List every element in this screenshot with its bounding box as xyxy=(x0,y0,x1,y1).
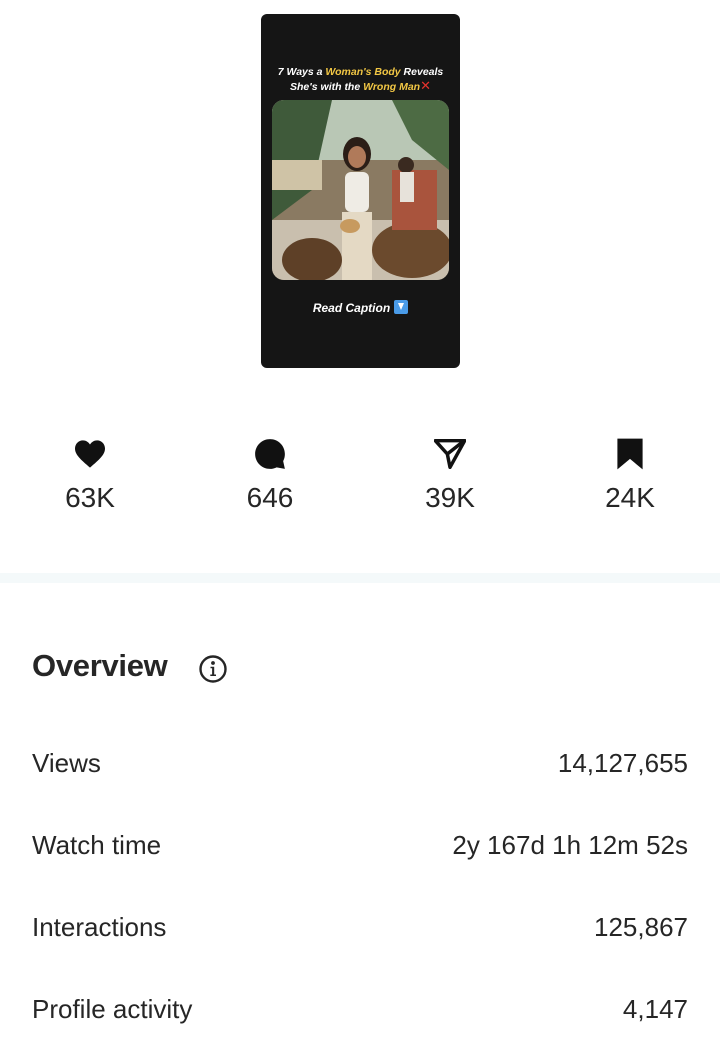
row-label: Views xyxy=(32,747,101,778)
row-value: 14,127,655 xyxy=(557,747,688,778)
row-value: 125,867 xyxy=(594,911,688,942)
row-label: Interactions xyxy=(32,911,167,942)
overview-row-interactions[interactable]: Interactions 125,867 xyxy=(32,907,688,947)
cross-mark-icon: ✕ xyxy=(420,78,431,93)
comments-count: 646 xyxy=(246,482,294,513)
cta-text: Read Caption xyxy=(312,301,391,315)
overview-row-watch-time: Watch time 2y 167d 1h 12m 52s xyxy=(32,825,688,865)
stat-likes: 63K xyxy=(30,434,150,514)
thumbnail-caption: 7 Ways a Woman's Body Reveals She's with… xyxy=(261,66,460,94)
caption-text: She's with the xyxy=(290,81,364,93)
reel-thumbnail[interactable]: 7 Ways a Woman's Body Reveals She's with… xyxy=(261,14,460,368)
row-label: Profile activity xyxy=(32,993,193,1024)
overview-row-views: Views 14,127,655 xyxy=(32,743,688,783)
row-value: 2y 167d 1h 12m 52s xyxy=(452,829,688,860)
saves-count: 24K xyxy=(605,482,655,513)
shares-count: 39K xyxy=(425,482,475,513)
bookmark-icon xyxy=(570,434,690,474)
caption-highlight: Woman's Body xyxy=(325,66,401,78)
overview-heading: Overview xyxy=(32,648,168,683)
row-value: 4,147 xyxy=(622,993,688,1024)
overview-row-profile-activity[interactable]: Profile activity 4,147 xyxy=(32,989,688,1029)
heart-icon xyxy=(30,434,150,474)
down-arrow-icon xyxy=(394,300,409,314)
thumbnail-photo xyxy=(272,100,449,280)
stat-saves: 24K xyxy=(570,434,690,514)
stat-shares: 39K xyxy=(390,434,510,514)
read-caption-label: Read Caption xyxy=(261,300,460,315)
caption-highlight: Wrong Man xyxy=(363,81,421,93)
engagement-stats: 63K 646 39K 24K xyxy=(0,434,720,524)
share-icon xyxy=(390,434,510,474)
info-icon[interactable] xyxy=(198,654,228,689)
comment-icon xyxy=(210,434,330,474)
row-label: Watch time xyxy=(32,829,162,860)
caption-text: 7 Ways a xyxy=(277,66,326,78)
section-divider xyxy=(0,573,720,583)
caption-text: Reveals xyxy=(400,66,444,78)
likes-count: 63K xyxy=(65,482,115,513)
stat-comments: 646 xyxy=(210,434,330,514)
